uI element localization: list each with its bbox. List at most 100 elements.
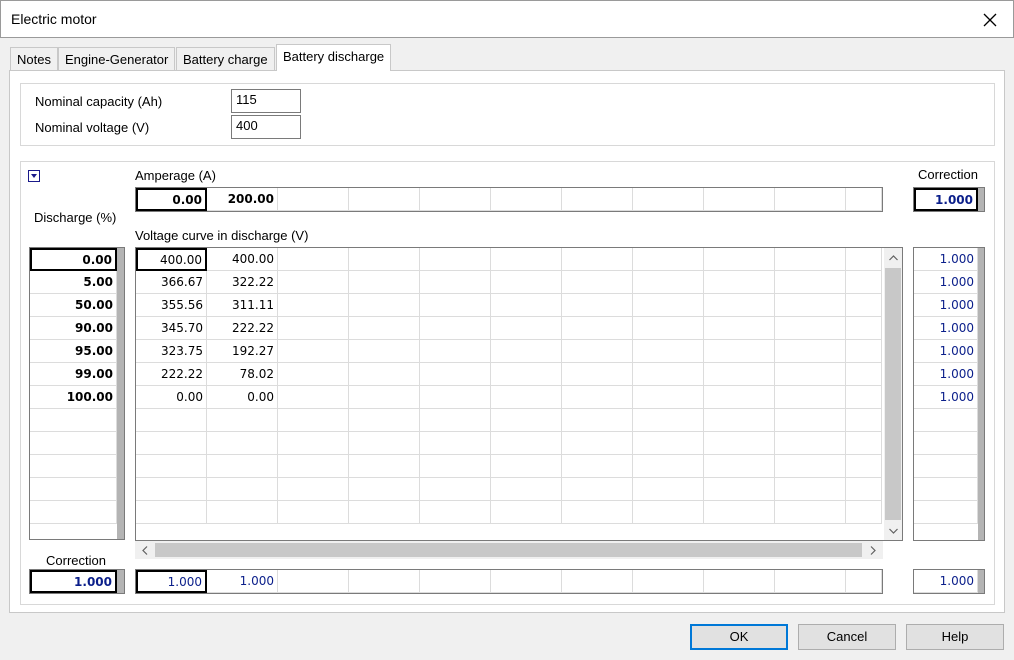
amperage-cell[interactable] [420, 188, 491, 211]
help-button[interactable]: Help [906, 624, 1004, 650]
voltage-cell[interactable] [704, 248, 775, 271]
scroll-left-button[interactable] [137, 542, 153, 558]
voltage-cell[interactable] [349, 409, 420, 432]
amperage-cell[interactable]: 0.00 [136, 188, 207, 211]
voltage-cell[interactable] [562, 386, 633, 409]
voltage-cell[interactable] [420, 340, 491, 363]
row-correction-cell[interactable]: 1.000 [914, 363, 978, 386]
row-correction-cell[interactable] [914, 478, 978, 501]
voltage-cell[interactable] [278, 271, 349, 294]
voltage-cell[interactable] [633, 455, 704, 478]
voltage-cell[interactable] [136, 455, 207, 478]
cancel-button[interactable]: Cancel [798, 624, 896, 650]
voltage-cell[interactable]: 323.75 [136, 340, 207, 363]
row-correction-cell[interactable] [914, 455, 978, 478]
voltage-cell[interactable] [491, 294, 562, 317]
vertical-scrollbar[interactable] [884, 248, 902, 540]
voltage-cell[interactable]: 400.00 [207, 248, 278, 271]
voltage-cell[interactable] [562, 501, 633, 524]
voltage-cell[interactable] [136, 432, 207, 455]
voltage-cell[interactable] [420, 478, 491, 501]
voltage-cell[interactable] [349, 271, 420, 294]
dropdown-menu-button[interactable] [26, 168, 42, 184]
voltage-cell[interactable]: 0.00 [136, 386, 207, 409]
discharge-correction-cell[interactable]: 1.000 [30, 570, 117, 593]
voltage-cell[interactable] [775, 432, 846, 455]
voltage-cell[interactable] [846, 294, 882, 317]
voltage-cell[interactable] [633, 317, 704, 340]
voltage-cell[interactable] [207, 478, 278, 501]
voltage-cell[interactable]: 222.22 [136, 363, 207, 386]
close-button[interactable] [967, 1, 1013, 38]
voltage-cell[interactable] [491, 409, 562, 432]
voltage-cell[interactable] [775, 317, 846, 340]
column-correction-cell[interactable]: 1.000 [136, 570, 207, 593]
voltage-cell[interactable] [420, 271, 491, 294]
voltage-cell[interactable] [562, 248, 633, 271]
discharge-percent-cell[interactable] [30, 432, 117, 455]
voltage-cell[interactable] [491, 478, 562, 501]
corner-correction-cell[interactable]: 1.000 [914, 570, 978, 593]
voltage-cell[interactable] [420, 294, 491, 317]
voltage-cell[interactable] [349, 294, 420, 317]
voltage-cell[interactable] [562, 317, 633, 340]
voltage-cell[interactable] [349, 317, 420, 340]
voltage-cell[interactable] [278, 478, 349, 501]
voltage-cell[interactable]: 355.56 [136, 294, 207, 317]
column-correction-cell[interactable] [846, 570, 882, 593]
voltage-cell[interactable]: 366.67 [136, 271, 207, 294]
h-scroll-thumb[interactable] [155, 543, 862, 557]
row-correction-cell[interactable] [914, 409, 978, 432]
voltage-cell[interactable] [278, 501, 349, 524]
voltage-cell[interactable] [775, 294, 846, 317]
voltage-cell[interactable] [846, 317, 882, 340]
voltage-cell[interactable] [349, 478, 420, 501]
voltage-cell[interactable] [207, 455, 278, 478]
row-correction-cell[interactable]: 1.000 [914, 271, 978, 294]
voltage-cell[interactable] [420, 432, 491, 455]
voltage-cell[interactable] [349, 340, 420, 363]
voltage-cell[interactable] [278, 248, 349, 271]
voltage-cell[interactable] [349, 386, 420, 409]
voltage-cell[interactable] [633, 340, 704, 363]
voltage-cell[interactable] [136, 409, 207, 432]
row-correction-cell[interactable]: 1.000 [914, 248, 978, 271]
voltage-cell[interactable] [846, 271, 882, 294]
voltage-cell[interactable] [136, 501, 207, 524]
voltage-cell[interactable] [633, 409, 704, 432]
voltage-cell[interactable] [775, 386, 846, 409]
discharge-percent-cell[interactable]: 99.00 [30, 363, 117, 386]
correction-top-cell[interactable]: 1.000 [914, 188, 978, 211]
amperage-cell[interactable] [562, 188, 633, 211]
column-correction-cell[interactable] [278, 570, 349, 593]
voltage-cell[interactable] [775, 248, 846, 271]
discharge-percent-cell[interactable]: 0.00 [30, 248, 117, 271]
column-correction-cell[interactable] [491, 570, 562, 593]
row-correction-cell[interactable]: 1.000 [914, 340, 978, 363]
row-correction-grid[interactable]: 1.000 1.000 1.000 1.000 1.000 1.000 1.000 [913, 247, 985, 541]
voltage-input[interactable]: 400 [231, 115, 301, 139]
voltage-cell[interactable] [420, 455, 491, 478]
voltage-cell[interactable] [704, 363, 775, 386]
voltage-cell[interactable] [420, 501, 491, 524]
scroll-down-button[interactable] [885, 523, 901, 539]
voltage-cell[interactable] [349, 455, 420, 478]
row-correction-cell[interactable]: 1.000 [914, 317, 978, 340]
row-correction-cell[interactable]: 1.000 [914, 386, 978, 409]
amperage-cell[interactable] [278, 188, 349, 211]
column-correction-grid[interactable]: 1.000 1.000 [135, 569, 883, 594]
voltage-cell[interactable] [207, 409, 278, 432]
amperage-cell[interactable] [491, 188, 562, 211]
voltage-cell[interactable] [704, 455, 775, 478]
voltage-cell[interactable] [491, 432, 562, 455]
voltage-cell[interactable] [491, 340, 562, 363]
voltage-cell[interactable] [704, 432, 775, 455]
discharge-percent-cell[interactable]: 5.00 [30, 271, 117, 294]
voltage-cell[interactable] [846, 455, 882, 478]
voltage-cell[interactable] [562, 340, 633, 363]
scroll-thumb[interactable] [885, 268, 901, 520]
amperage-cell[interactable] [704, 188, 775, 211]
voltage-cell[interactable] [633, 363, 704, 386]
voltage-cell[interactable] [349, 501, 420, 524]
amperage-cell[interactable] [775, 188, 846, 211]
